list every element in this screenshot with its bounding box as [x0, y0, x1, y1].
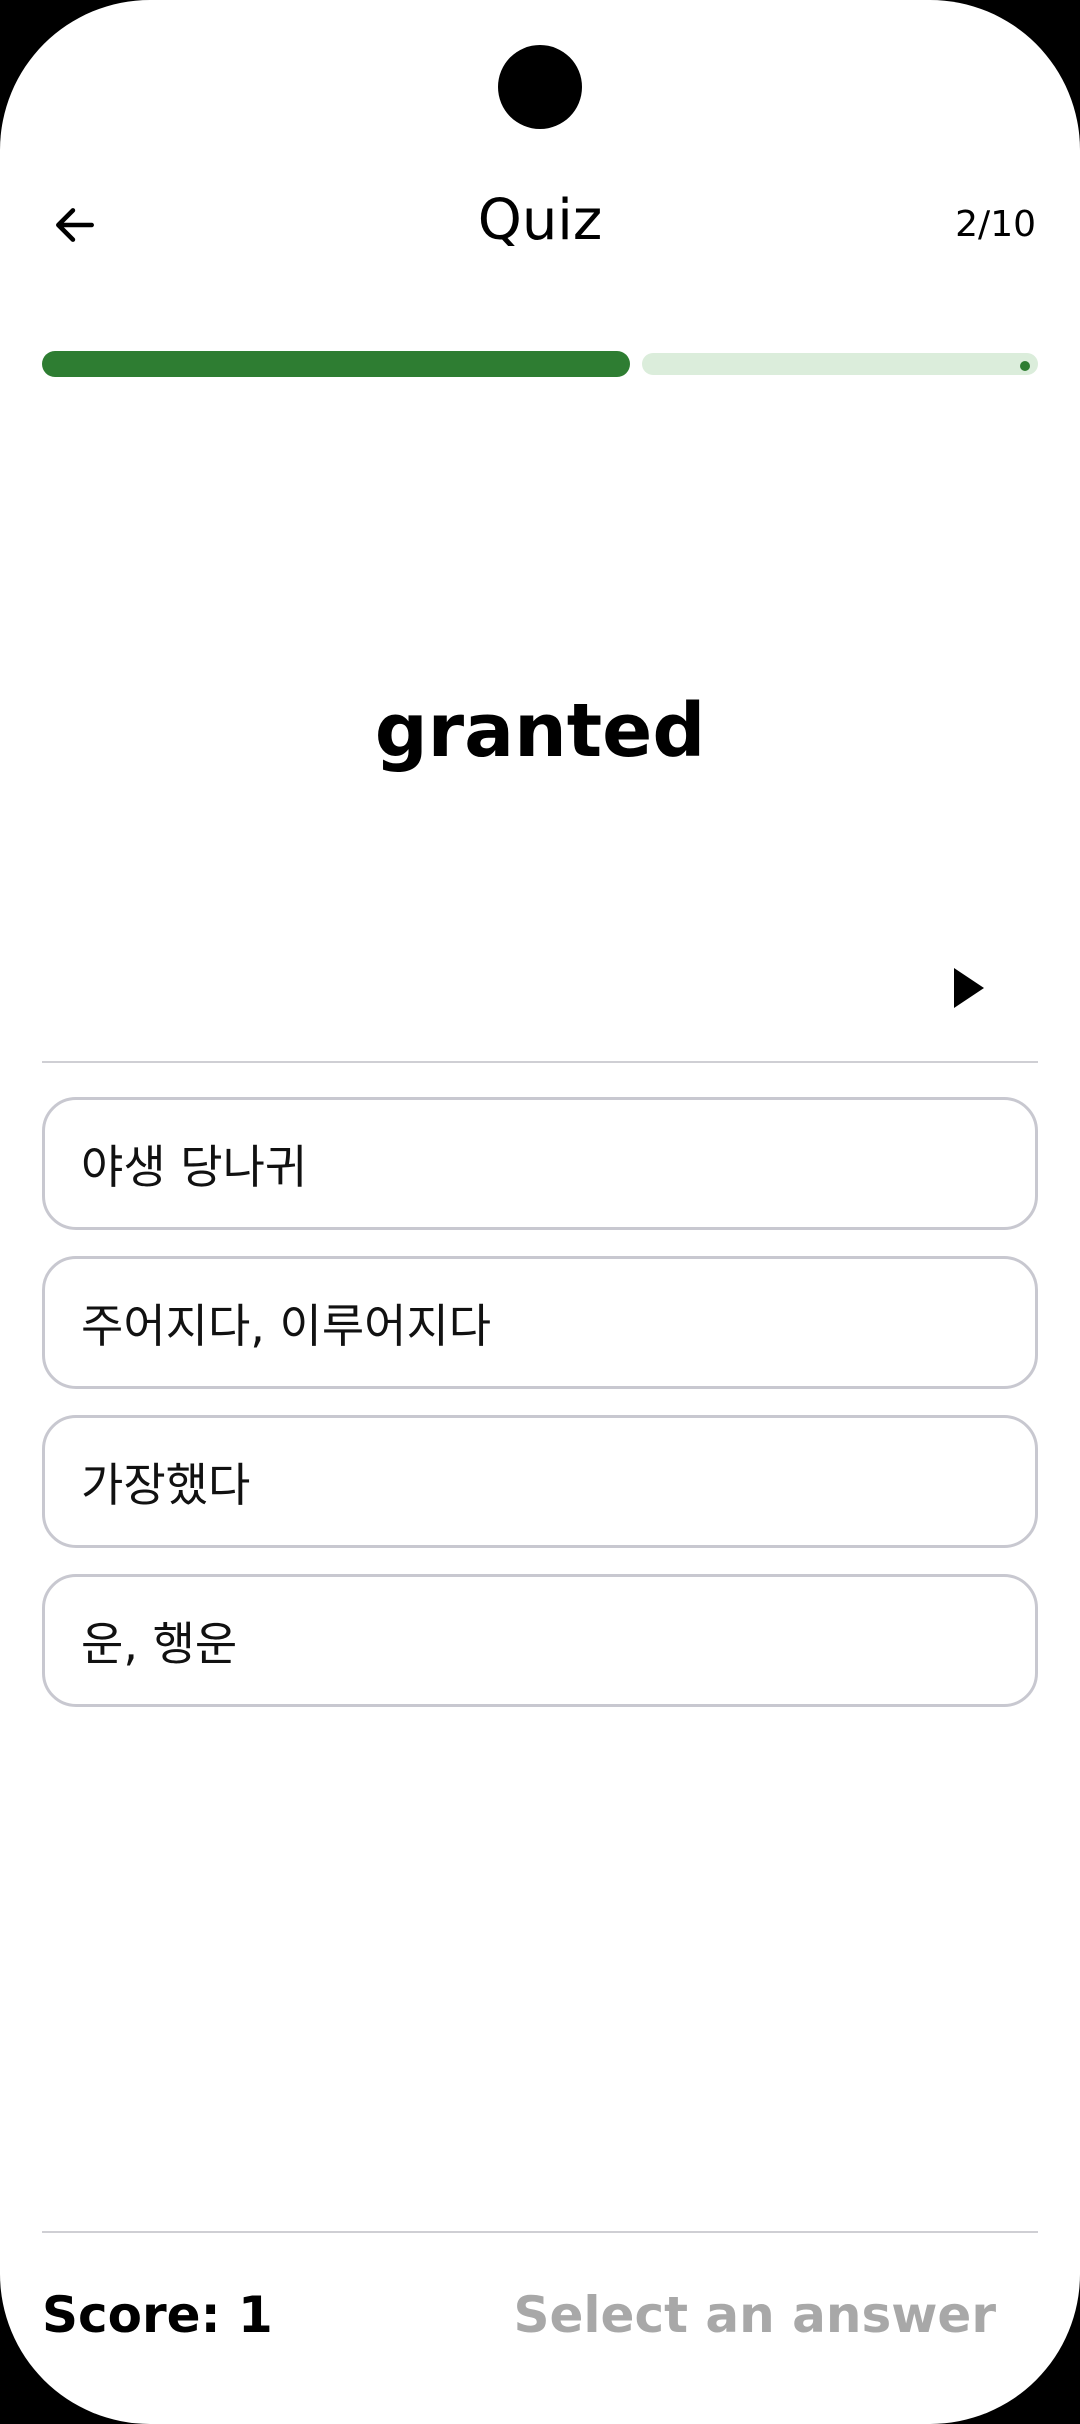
play-icon: [954, 968, 984, 1008]
answer-option[interactable]: 운, 행운: [42, 1574, 1038, 1707]
progress-track: [642, 353, 1038, 375]
progress-fill: [42, 351, 630, 377]
answer-option[interactable]: 가장했다: [42, 1415, 1038, 1548]
divider-bottom: [42, 2231, 1038, 2233]
select-answer-hint: Select an answer: [513, 2286, 996, 2344]
answer-option[interactable]: 주어지다, 이루어지다: [42, 1256, 1038, 1389]
score-label: Score: 1: [42, 2286, 273, 2344]
answer-option[interactable]: 야생 당나귀: [42, 1097, 1038, 1230]
progress-end-dot: [1020, 361, 1030, 371]
app-screen: Quiz 2/10 granted 야생 당나귀 주어지다, 이루어지다 가장했…: [0, 0, 1080, 2424]
divider-top: [42, 1061, 1038, 1063]
quiz-word: granted: [374, 688, 706, 774]
question-counter: 2/10: [955, 204, 1036, 245]
answer-options: 야생 당나귀 주어지다, 이루어지다 가장했다 운, 행운: [42, 1097, 1038, 1733]
play-audio-button[interactable]: [940, 958, 996, 1018]
progress-bar: [42, 351, 1038, 377]
page-title: Quiz: [477, 188, 603, 253]
camera-cutout: [498, 45, 582, 129]
